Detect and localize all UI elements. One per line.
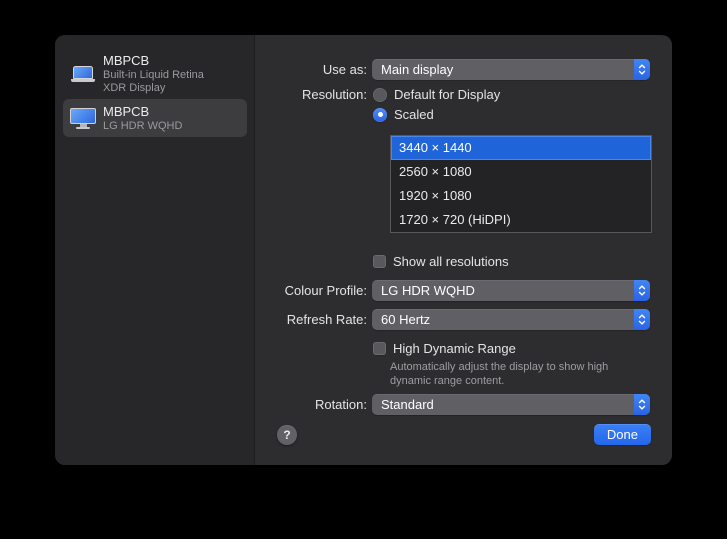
display-list-sidebar: MBPCB Built-in Liquid Retina XDR Display… bbox=[55, 35, 255, 465]
checkbox-unchecked-icon bbox=[373, 255, 386, 268]
checkbox-unchecked-icon bbox=[373, 342, 386, 355]
colour-profile-popup[interactable]: LG HDR WQHD bbox=[372, 280, 650, 301]
resolution-option[interactable]: 1720 × 720 (HiDPI) bbox=[391, 208, 651, 232]
resolution-option[interactable]: 3440 × 1440 bbox=[391, 136, 651, 160]
resolution-option[interactable]: 1920 × 1080 bbox=[391, 184, 651, 208]
chevron-up-down-icon bbox=[634, 309, 650, 330]
radio-on-icon bbox=[373, 108, 387, 122]
display-settings-panel: Use as: Main display Resolution: Default… bbox=[255, 35, 672, 465]
display-name: MBPCB bbox=[103, 104, 225, 119]
chevron-up-down-icon bbox=[634, 59, 650, 80]
colour-profile-value: LG HDR WQHD bbox=[372, 283, 634, 298]
display-subtitle: LG HDR WQHD bbox=[103, 120, 225, 133]
display-subtitle: Built-in Liquid Retina XDR Display bbox=[103, 69, 225, 95]
display-name: MBPCB bbox=[103, 53, 225, 68]
resolution-default-label: Default for Display bbox=[394, 87, 500, 102]
hdr-label: High Dynamic Range bbox=[393, 341, 516, 356]
use-as-popup[interactable]: Main display bbox=[372, 59, 650, 80]
rotation-value: Standard bbox=[372, 397, 634, 412]
sidebar-item-builtin-display[interactable]: MBPCB Built-in Liquid Retina XDR Display bbox=[63, 51, 247, 97]
resolution-label: Resolution: bbox=[255, 87, 367, 102]
resolution-default-radio[interactable]: Default for Display bbox=[373, 87, 500, 102]
refresh-rate-value: 60 Hertz bbox=[372, 312, 634, 327]
show-all-resolutions-checkbox[interactable]: Show all resolutions bbox=[373, 254, 509, 269]
rotation-popup[interactable]: Standard bbox=[372, 394, 650, 415]
show-all-resolutions-label: Show all resolutions bbox=[393, 254, 509, 269]
rotation-label: Rotation: bbox=[255, 394, 367, 415]
sidebar-item-lg-display[interactable]: MBPCB LG HDR WQHD bbox=[63, 99, 247, 137]
colour-profile-label: Colour Profile: bbox=[255, 280, 367, 301]
chevron-up-down-icon bbox=[634, 394, 650, 415]
use-as-value: Main display bbox=[372, 62, 634, 77]
done-button[interactable]: Done bbox=[594, 424, 651, 445]
laptop-icon bbox=[63, 66, 103, 82]
resolution-option[interactable]: 2560 × 1080 bbox=[391, 160, 651, 184]
refresh-rate-popup[interactable]: 60 Hertz bbox=[372, 309, 650, 330]
hdr-checkbox[interactable]: High Dynamic Range bbox=[373, 341, 516, 356]
help-button[interactable]: ? bbox=[277, 425, 297, 445]
hdr-description: Automatically adjust the display to show… bbox=[390, 361, 648, 388]
refresh-rate-label: Refresh Rate: bbox=[255, 309, 367, 330]
display-settings-window: MBPCB Built-in Liquid Retina XDR Display… bbox=[55, 35, 672, 465]
chevron-up-down-icon bbox=[634, 280, 650, 301]
radio-off-icon bbox=[373, 88, 387, 102]
resolution-scaled-label: Scaled bbox=[394, 107, 434, 122]
resolution-scaled-radio[interactable]: Scaled bbox=[373, 107, 434, 122]
monitor-icon bbox=[63, 108, 103, 129]
resolution-list: 3440 × 1440 2560 × 1080 1920 × 1080 1720… bbox=[390, 135, 652, 233]
use-as-label: Use as: bbox=[255, 59, 367, 80]
